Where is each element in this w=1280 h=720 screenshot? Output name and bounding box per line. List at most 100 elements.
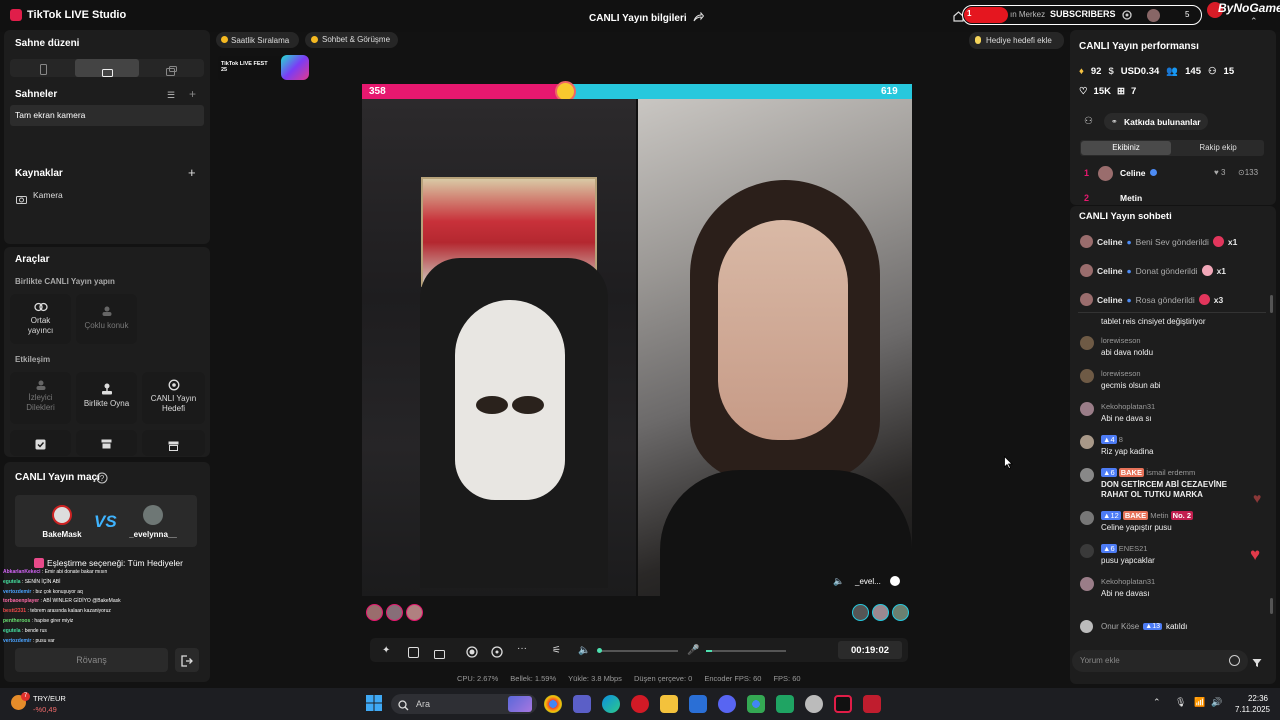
volume-slider-knob[interactable]	[597, 648, 602, 653]
supporter-avatar[interactable]	[892, 604, 909, 621]
source-item-camera[interactable]: Kamera	[33, 190, 63, 200]
store-button[interactable]	[142, 430, 205, 456]
tab-your-team[interactable]: Ekibiniz	[1081, 141, 1171, 155]
chrome-alt-icon[interactable]	[747, 695, 765, 713]
add-scene-icon[interactable]: +	[189, 87, 196, 101]
microphone-icon[interactable]: 🎤	[687, 645, 699, 656]
mask-eye	[512, 396, 544, 414]
chrome-icon[interactable]	[544, 695, 562, 713]
discord-icon[interactable]	[718, 695, 736, 713]
media-player-icon[interactable]	[863, 695, 881, 713]
speaker-icon[interactable]: 🔈	[833, 576, 844, 587]
gift-scrollbar[interactable]	[1270, 295, 1273, 313]
volume-slider[interactable]	[598, 650, 678, 652]
interaction-title: Etkileşim	[15, 355, 51, 364]
viewer-requests-button[interactable]: İzleyici Dilekleri	[10, 372, 71, 424]
chat-scrollbar[interactable]	[1270, 598, 1273, 614]
supporter-avatar[interactable]	[852, 604, 869, 621]
tab-rival-team[interactable]: Rakip ekip	[1173, 141, 1263, 155]
profile-avatar[interactable]	[1147, 9, 1160, 22]
add-user-icon[interactable]: ⚇	[1084, 116, 1093, 127]
layout-icon[interactable]	[408, 645, 419, 663]
tools-title: Araçlar	[15, 254, 50, 265]
clock-date[interactable]: 7.11.2025	[1230, 705, 1270, 714]
live-info-title[interactable]: CANLI Yayın bilgileri	[589, 9, 704, 27]
chat-avatar[interactable]	[1080, 264, 1093, 277]
follow-plus-icon[interactable]	[890, 576, 900, 586]
adjust-icon[interactable]: ⚟	[552, 645, 561, 656]
opera-icon[interactable]	[631, 695, 649, 713]
chat-avatar[interactable]	[1080, 468, 1094, 482]
minimize-icon[interactable]: ⌃	[1250, 16, 1258, 27]
level-badge: ▲6	[1101, 468, 1117, 477]
chat-message-text: DON GETİRCEM ABİ CEZAEVİNE RAHAT OL TUTK…	[1101, 480, 1227, 499]
tray-chevron-icon[interactable]: ⌃	[1153, 697, 1161, 708]
camera-toggle-icon[interactable]	[491, 645, 503, 663]
mini-chat: AbkarlanKekeci : Emir abi donate bakar m…	[3, 568, 203, 646]
supporter-avatar[interactable]	[386, 604, 403, 621]
tray-mic-icon[interactable]: 🎙	[1175, 697, 1186, 708]
mic-slider[interactable]	[706, 650, 786, 652]
box-button[interactable]	[76, 430, 137, 456]
more-icon[interactable]: ···	[517, 643, 527, 654]
tray-volume-icon[interactable]: 🔊	[1211, 697, 1222, 708]
pip-icon[interactable]	[434, 646, 445, 664]
store-icon	[142, 441, 205, 453]
record-icon[interactable]	[466, 645, 478, 663]
clock-time[interactable]: 22:36	[1241, 694, 1268, 703]
chat-avatar[interactable]	[1080, 511, 1094, 525]
mini-chat-line: egutela : bende rus	[3, 627, 47, 634]
supporter-avatar[interactable]	[366, 604, 383, 621]
supporter-avatar[interactable]	[872, 604, 889, 621]
chat-avatar[interactable]	[1080, 336, 1094, 350]
right-score: 619	[881, 86, 898, 97]
app-icon[interactable]	[805, 695, 823, 713]
contributors-label: Katkıda bulunanlar	[1124, 117, 1201, 127]
chat-avatar[interactable]	[1080, 435, 1094, 449]
exit-match-button[interactable]	[175, 648, 199, 672]
live-goal-button[interactable]: CANLI Yayın Hedefi	[142, 372, 205, 424]
floating-heart-icon: ♥	[1250, 545, 1261, 564]
add-source-icon[interactable]: +	[188, 165, 196, 180]
chat-avatar[interactable]	[1080, 577, 1094, 591]
windows-start-icon[interactable]	[366, 695, 382, 716]
checklist-button[interactable]	[10, 430, 71, 456]
list-icon[interactable]: ☰	[167, 90, 175, 101]
tiktok-studio-icon[interactable]	[834, 695, 852, 713]
chat-avatar[interactable]	[1080, 402, 1094, 416]
supporter-avatar[interactable]	[406, 604, 423, 621]
chat-avatar[interactable]	[1080, 620, 1093, 633]
portrait-layout-icon[interactable]	[40, 62, 47, 80]
chat-avatar[interactable]	[1080, 235, 1093, 248]
link-icon	[10, 302, 71, 314]
share-icon[interactable]	[693, 9, 704, 27]
vs-badge: VS	[94, 512, 117, 531]
chat-message-text: abi dava noldu	[1101, 348, 1154, 357]
teams-icon[interactable]	[573, 695, 591, 713]
play-together-button[interactable]: Birlikte Oyna	[76, 372, 137, 424]
dual-layout-icon[interactable]	[166, 63, 177, 81]
explorer-icon[interactable]	[660, 695, 678, 713]
help-icon[interactable]: ?	[96, 471, 108, 489]
rematch-button[interactable]: Rövanş	[15, 648, 168, 672]
edge-icon[interactable]	[602, 695, 620, 713]
multiguest-label: Çoklu konuk	[84, 321, 129, 330]
whatsapp-icon[interactable]	[776, 695, 794, 713]
chat-avatar[interactable]	[1080, 544, 1094, 558]
rank1-avatar[interactable]	[1098, 166, 1113, 181]
settings-icon[interactable]	[1121, 8, 1133, 26]
rank-badge: No. 2	[1170, 511, 1194, 520]
rank2-number: 2	[1084, 193, 1090, 201]
store-app-icon[interactable]	[689, 695, 707, 713]
cohost-button[interactable]: Ortak yayıncı	[10, 294, 71, 344]
diamond-icon: ♦	[1079, 66, 1084, 77]
effects-icon[interactable]: ✦	[382, 645, 390, 656]
multiguest-button[interactable]: Çoklu konuk	[76, 294, 137, 344]
chat-avatar[interactable]	[1080, 369, 1094, 383]
wifi-icon[interactable]: 📶	[1194, 697, 1205, 708]
volume-icon[interactable]: 🔈	[578, 645, 590, 656]
emoji-icon[interactable]	[1229, 655, 1240, 666]
filter-icon[interactable]	[1252, 655, 1262, 673]
verified-icon	[1150, 169, 1157, 176]
chat-avatar[interactable]	[1080, 293, 1093, 306]
